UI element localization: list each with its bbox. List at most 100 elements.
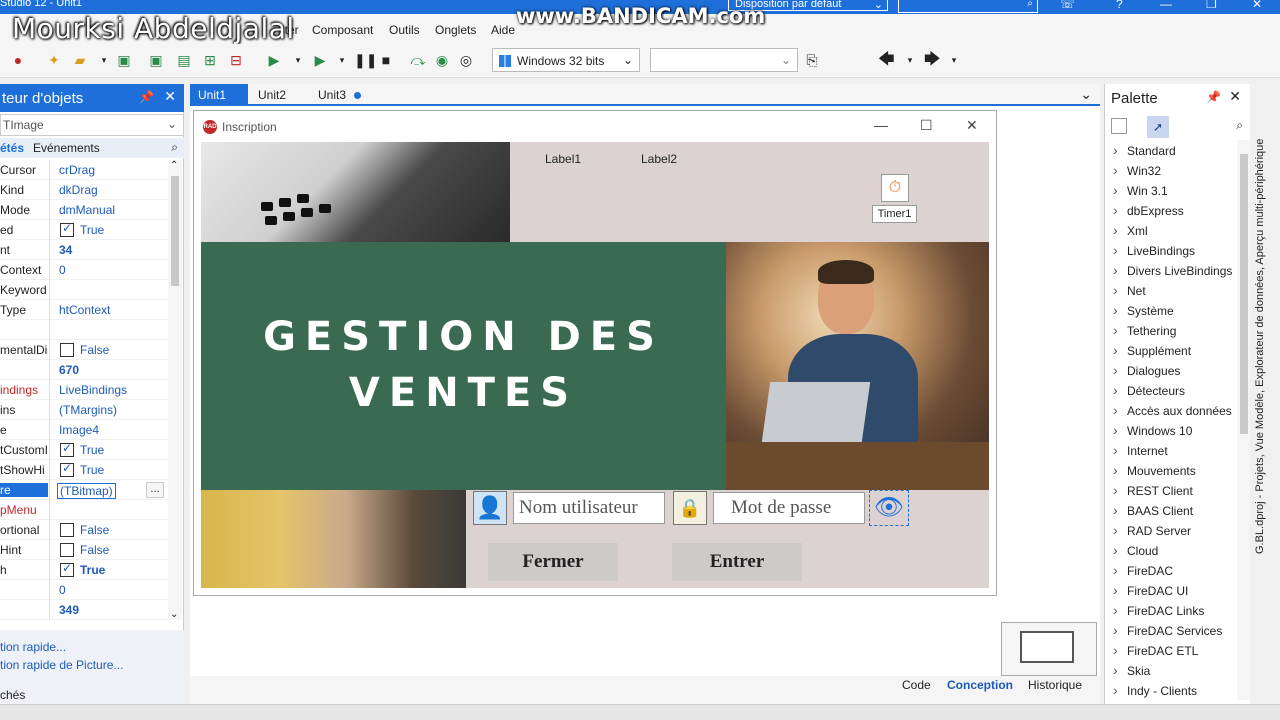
- property-value[interactable]: dmManual: [59, 203, 115, 217]
- property-row[interactable]: ins (TMargins): [0, 400, 168, 420]
- property-row[interactable]: tShowHi True: [0, 460, 168, 480]
- property-value[interactable]: 349: [59, 603, 79, 617]
- property-value[interactable]: Image4: [59, 423, 99, 437]
- palette-category[interactable]: Standard: [1113, 142, 1241, 162]
- ellipsis-button[interactable]: ...: [146, 482, 164, 498]
- palette-category[interactable]: Cloud: [1113, 542, 1241, 562]
- open-file-icon[interactable]: ▰: [72, 52, 88, 68]
- property-row[interactable]: Context 0: [0, 260, 168, 280]
- help-icon[interactable]: ?: [1116, 0, 1123, 11]
- property-checkbox[interactable]: [60, 343, 74, 357]
- palette-category[interactable]: Détecteurs: [1113, 382, 1241, 402]
- property-row[interactable]: 0: [0, 580, 168, 600]
- chevron-down-icon[interactable]: ⌄: [1080, 86, 1092, 103]
- help-insight-icon[interactable]: ☏: [1060, 0, 1075, 11]
- property-row[interactable]: Kind dkDrag: [0, 180, 168, 200]
- pointer-icon[interactable]: ➚: [1147, 116, 1169, 138]
- tab-history[interactable]: Historique: [1028, 678, 1082, 692]
- property-checkbox[interactable]: [60, 221, 74, 237]
- menu-aide[interactable]: Aide: [491, 23, 515, 37]
- close-icon[interactable]: ✕: [966, 117, 978, 134]
- scrollbar-thumb[interactable]: [1240, 154, 1248, 434]
- property-row[interactable]: Keyword: [0, 280, 168, 300]
- property-value[interactable]: 0: [59, 583, 66, 597]
- add-to-project-icon[interactable]: ⊞: [202, 52, 218, 68]
- property-row[interactable]: Hint False: [0, 540, 168, 560]
- businessman-photo[interactable]: [726, 242, 989, 490]
- palette-category[interactable]: Dialogues: [1113, 362, 1241, 382]
- property-value[interactable]: 0: [59, 263, 66, 277]
- grid-divider[interactable]: [49, 160, 50, 620]
- chevron-down-icon[interactable]: ▾: [902, 52, 918, 68]
- search-icon[interactable]: ⌕: [1236, 118, 1243, 133]
- run-without-debug-icon[interactable]: ▶: [312, 52, 328, 68]
- property-checkbox[interactable]: [60, 523, 74, 537]
- design-form-window[interactable]: RAD Inscription — ☐ ✕ Label1 Label2 ⏱ Ti…: [193, 110, 997, 596]
- tab-unit3[interactable]: Unit3: [310, 84, 369, 106]
- property-row[interactable]: pMenu: [0, 500, 168, 520]
- palette-category[interactable]: Skia: [1113, 662, 1241, 682]
- palette-category[interactable]: FireDAC: [1113, 562, 1241, 582]
- categories-icon[interactable]: [1111, 118, 1127, 134]
- property-row[interactable]: 349: [0, 600, 168, 620]
- build-config-select[interactable]: ⌄: [650, 48, 798, 72]
- add-file-icon[interactable]: ▤: [176, 52, 192, 68]
- property-row[interactable]: nt 34: [0, 240, 168, 260]
- property-checkbox[interactable]: [60, 461, 74, 477]
- tab-unit1[interactable]: Unit1: [190, 84, 248, 114]
- palette-category[interactable]: Mouvements: [1113, 462, 1241, 482]
- property-value[interactable]: 34: [59, 243, 72, 257]
- property-row[interactable]: indings LiveBindings: [0, 380, 168, 400]
- run-to-cursor-icon[interactable]: ◎: [458, 52, 474, 68]
- trace-into-icon[interactable]: ◉: [434, 52, 450, 68]
- pin-icon[interactable]: 📌: [139, 90, 154, 104]
- palette-category[interactable]: Accès aux données: [1113, 402, 1241, 422]
- property-row[interactable]: 670: [0, 360, 168, 380]
- palette-category[interactable]: FireDAC UI: [1113, 582, 1241, 602]
- palette-category[interactable]: RAD Server: [1113, 522, 1241, 542]
- restore-window-button[interactable]: ❐: [1206, 0, 1217, 11]
- step-over-icon[interactable]: ⤼: [410, 52, 426, 68]
- new-file-icon[interactable]: ✦: [46, 52, 62, 68]
- close-icon[interactable]: ✕: [164, 88, 176, 105]
- palette-category[interactable]: dbExpress: [1113, 202, 1241, 222]
- property-checkbox[interactable]: [60, 561, 74, 577]
- palette-category[interactable]: Tethering: [1113, 322, 1241, 342]
- password-input[interactable]: Mot de passe: [713, 492, 865, 524]
- property-row[interactable]: ed True: [0, 220, 168, 240]
- property-value[interactable]: (TBitmap): [57, 483, 116, 499]
- palette-category[interactable]: Indy - Clients: [1113, 682, 1241, 702]
- palette-category[interactable]: Divers LiveBindings: [1113, 262, 1241, 282]
- side-panel-strip[interactable]: G.BL.dproj - Projets, Vue Modèle, Explor…: [1250, 84, 1280, 704]
- property-value[interactable]: dkDrag: [59, 183, 98, 197]
- scrollbar-thumb[interactable]: [171, 176, 179, 286]
- palette-category[interactable]: REST Client: [1113, 482, 1241, 502]
- lock-icon[interactable]: 🔒: [673, 491, 707, 525]
- eye-icon[interactable]: 👁: [869, 490, 909, 526]
- save-all-icon[interactable]: ▣: [148, 52, 164, 68]
- close-button[interactable]: Fermer: [488, 543, 618, 581]
- configuration-icon[interactable]: ⎘: [804, 52, 820, 68]
- chevron-down-icon[interactable]: ▾: [946, 52, 962, 68]
- ide-search-box[interactable]: ⌕: [898, 0, 1038, 13]
- chevron-down-icon[interactable]: ▾: [334, 52, 350, 68]
- palette-category[interactable]: FireDAC Links: [1113, 602, 1241, 622]
- property-row[interactable]: mentalDis False: [0, 340, 168, 360]
- menu-composant[interactable]: Composant: [312, 23, 373, 37]
- property-row[interactable]: Mode dmManual: [0, 200, 168, 220]
- scroll-down-icon[interactable]: ⌄: [170, 609, 178, 620]
- calculator-image[interactable]: [201, 142, 510, 242]
- minimize-icon[interactable]: —: [874, 117, 888, 133]
- palette-category[interactable]: FireDAC ETL: [1113, 642, 1241, 662]
- palette-category[interactable]: Win 3.1: [1113, 182, 1241, 202]
- property-row[interactable]: h True: [0, 560, 168, 580]
- property-row[interactable]: e Image4: [0, 420, 168, 440]
- form-preview-thumbnail[interactable]: [1001, 622, 1097, 676]
- property-row[interactable]: re (TBitmap)...: [0, 480, 168, 500]
- palette-category[interactable]: Système: [1113, 302, 1241, 322]
- property-value[interactable]: htContext: [59, 303, 110, 317]
- property-grid-scrollbar[interactable]: ⌃ ⌄: [168, 160, 182, 620]
- enter-button[interactable]: Entrer: [672, 543, 802, 581]
- palette-category[interactable]: LiveBindings: [1113, 242, 1241, 262]
- label1[interactable]: Label1: [545, 152, 581, 166]
